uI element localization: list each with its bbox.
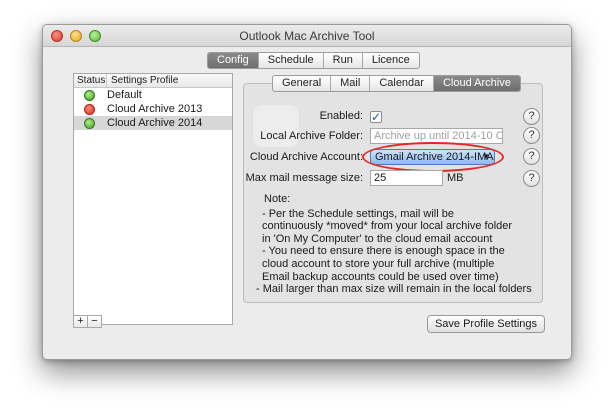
window-title: Outlook Mac Archive Tool [239,29,375,43]
notes-line: Email backup accounts could be used over… [262,270,499,283]
notes-line: - You need to ensure there is enough spa… [262,245,505,258]
notes-line: - Mail larger than max size will remain … [256,283,532,296]
enabled-checkbox[interactable]: ✓ [370,111,382,123]
tab-general[interactable]: General [273,76,332,91]
tab-config[interactable]: Config [208,53,259,68]
profile-row-default[interactable]: Default [74,88,232,102]
cloud-account-help-button[interactable]: ? [523,148,540,165]
max-size-unit: MB [447,172,464,184]
status-green-icon [84,89,95,101]
tab-cloud-archive[interactable]: Cloud Archive [433,76,520,91]
tab-licence[interactable]: Licence [363,53,419,68]
profile-column-header[interactable]: Settings Profile [107,74,178,87]
main-tab-bar: Config Schedule Run Licence [207,52,420,69]
tab-schedule[interactable]: Schedule [259,53,324,68]
notes-line: continuously *moved* from your local arc… [262,220,513,233]
max-size-field[interactable]: 25 [370,170,443,186]
notes-line: - Per the Schedule settings, mail will b… [262,207,454,220]
notes-line: in 'On My Computer' to the cloud email a… [262,232,493,245]
notes-line: cloud account to store your full archive… [262,257,495,270]
highlight-annotation [362,142,504,172]
app-window: Outlook Mac Archive Tool Config Schedule… [42,24,572,360]
enabled-help-button[interactable]: ? [523,108,540,125]
notes-block: Note: - Per the Schedule settings, mail … [256,193,532,296]
max-size-label: Max mail message size: [245,172,363,184]
tab-mail[interactable]: Mail [331,76,371,91]
settings-tab-bar: General Mail Calendar Cloud Archive [272,75,521,92]
profiles-header: Status Settings Profile [74,74,232,88]
status-column-header[interactable]: Status [74,74,107,87]
cloud-account-label: Cloud Archive Account: [249,151,363,163]
profiles-list[interactable]: Status Settings Profile Default Cloud Ar… [73,73,233,325]
max-size-help-button[interactable]: ? [523,170,540,187]
save-profile-settings-button[interactable]: Save Profile Settings [427,315,545,333]
notes-title: Note: [264,193,291,205]
tab-calendar[interactable]: Calendar [370,76,434,91]
title-bar[interactable]: Outlook Mac Archive Tool [43,25,571,47]
add-profile-button[interactable]: + [73,315,88,328]
remove-profile-button[interactable]: − [87,315,102,328]
profile-name: Default [107,89,142,101]
local-folder-help-button[interactable]: ? [523,127,540,144]
status-green-icon [84,117,95,129]
status-red-icon [84,103,95,115]
profile-row-cloud-archive-2013[interactable]: Cloud Archive 2013 [74,102,232,116]
profile-add-remove: + − [73,315,102,328]
profile-name: Cloud Archive 2014 [107,117,203,129]
enabled-label: Enabled: [319,110,363,122]
profile-row-cloud-archive-2014[interactable]: Cloud Archive 2014 [74,116,232,130]
tab-run[interactable]: Run [324,53,363,68]
local-folder-label: Local Archive Folder: [260,130,363,142]
profile-name: Cloud Archive 2013 [107,103,203,115]
